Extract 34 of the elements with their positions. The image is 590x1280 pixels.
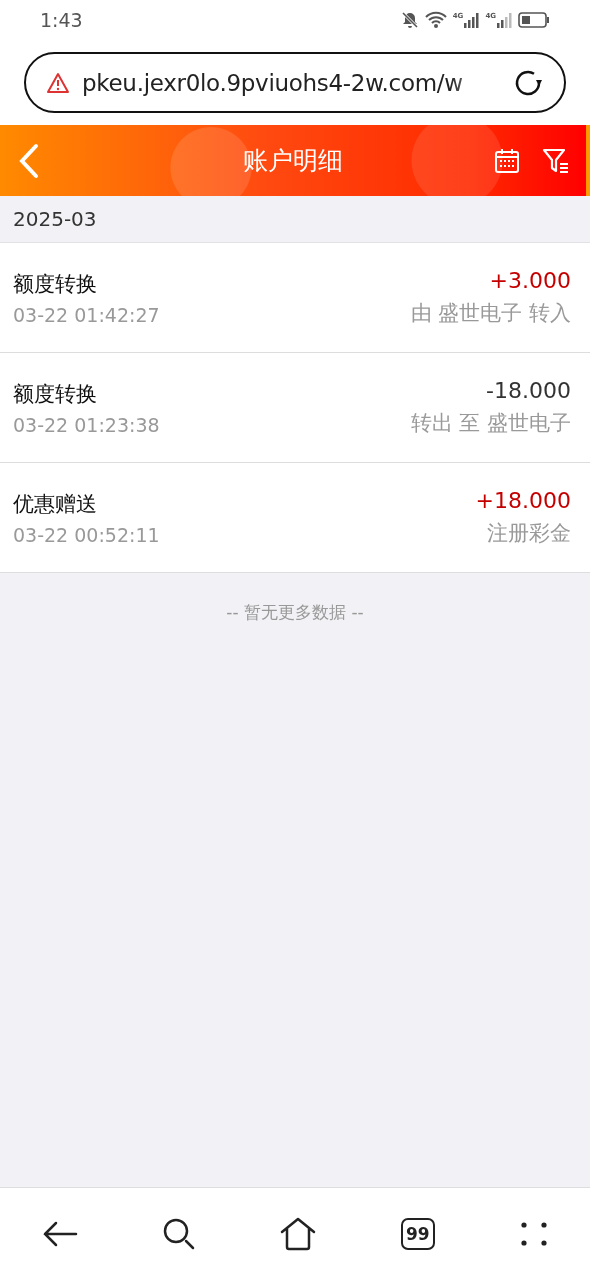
bell-muted-icon [400, 11, 419, 29]
transaction-time: 03-22 01:42:27 [13, 303, 160, 326]
transaction-description: 由 盛世电子 转入 [410, 300, 571, 327]
page-title: 账户明细 [242, 145, 344, 177]
transaction-amount: +3.000 [489, 268, 571, 293]
tab-count-button[interactable]: 99 [400, 1218, 435, 1250]
signal-icon [463, 12, 480, 28]
transaction-type: 额度转换 [13, 380, 98, 408]
end-of-list-note: -- 暂无更多数据 -- [226, 602, 364, 622]
back-arrow-icon[interactable] [42, 1219, 79, 1249]
transaction-amount: -18.000 [486, 378, 571, 403]
transaction-type: 额度转换 [13, 270, 98, 298]
calendar-icon[interactable] [494, 147, 520, 174]
search-icon[interactable] [163, 1218, 196, 1250]
address-bar[interactable]: pkeu.jexr0lo.9pviuohs4-2w.com/w [24, 52, 566, 113]
transaction-amount: +18.000 [475, 488, 571, 513]
transaction-description: 注册彩金 [487, 520, 571, 547]
home-icon[interactable] [280, 1217, 316, 1251]
transaction-row[interactable]: 优惠赠送 03-22 00:52:11 +18.000 注册彩金 [0, 463, 590, 573]
signal-icon [496, 12, 512, 28]
battery-icon [518, 12, 550, 28]
transaction-type: 优惠赠送 [13, 490, 98, 518]
url-text: pkeu.jexr0lo.9pviuohs4-2w.com/w [82, 69, 464, 96]
more-icon[interactable] [519, 1220, 548, 1248]
wifi-icon [424, 11, 447, 29]
filter-icon[interactable] [542, 147, 570, 174]
transaction-description: 转出 至 盛世电子 [410, 410, 571, 437]
transaction-time: 03-22 01:23:38 [13, 413, 160, 436]
clock-time: 1:43 [40, 9, 83, 31]
transaction-time: 03-22 00:52:11 [13, 523, 160, 546]
month-label: 2025-03 [13, 207, 97, 231]
warning-icon [46, 71, 70, 94]
transaction-row[interactable]: 额度转换 03-22 01:42:27 +3.000 由 盛世电子 转入 [0, 243, 590, 353]
transaction-row[interactable]: 额度转换 03-22 01:23:38 -18.000 转出 至 盛世电子 [0, 353, 590, 463]
